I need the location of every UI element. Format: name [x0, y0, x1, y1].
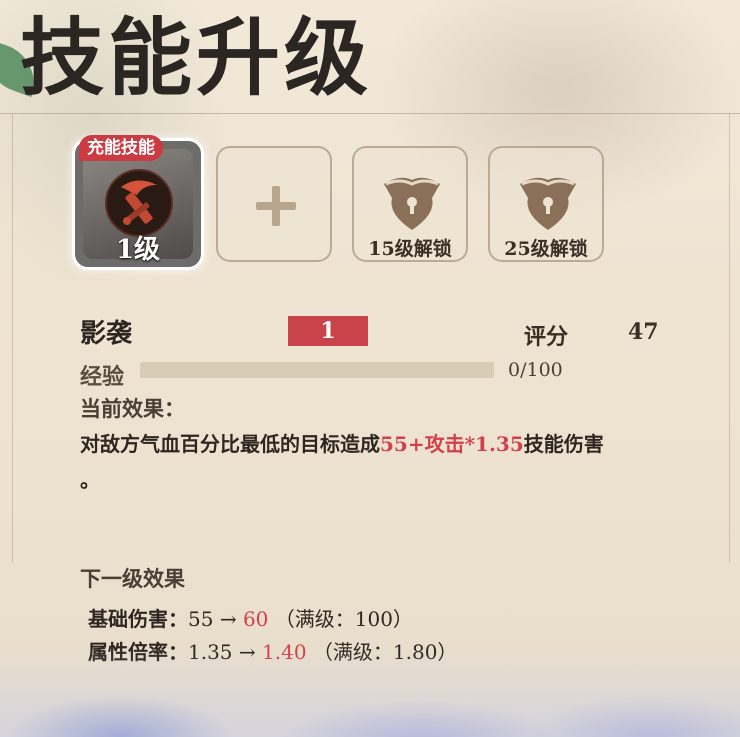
stat-label: 属性倍率：	[88, 640, 188, 664]
score-value: 47	[628, 319, 659, 345]
unlock-level-label: 15级解锁	[368, 238, 452, 260]
next-effect-heading: 下一级效果	[80, 566, 185, 591]
exp-label: 经验	[80, 364, 125, 390]
stat-to: 60	[242, 607, 269, 631]
exp-value: 0/100	[508, 359, 563, 381]
lock-icon	[520, 177, 576, 230]
skill-slot-level: 1级	[115, 235, 161, 265]
current-effect-description: 对敌方气血百分比最低的目标造成55+攻击*1.35技能伤害 。	[80, 426, 670, 498]
skill-level-tag: 1	[288, 316, 368, 346]
exp-progress-bar	[140, 362, 494, 378]
stat-from: 1.35	[188, 640, 233, 664]
current-effect-heading: 当前效果：	[80, 396, 185, 421]
unlock-level-label: 25级解锁	[504, 238, 588, 260]
charge-skill-badge: 充能技能	[79, 135, 163, 161]
skill-slot-add[interactable]	[216, 146, 332, 262]
skill-slot-locked-25[interactable]: 25级解锁	[488, 146, 604, 262]
next-effect-line-base-damage: 基础伤害：55 → 60 （满级：100）	[88, 603, 413, 632]
skill-slot-locked-15[interactable]: 15级解锁	[352, 146, 468, 262]
stat-from: 55	[188, 607, 214, 631]
stat-to: 1.40	[262, 640, 307, 664]
stat-label: 基础伤害：	[88, 607, 188, 631]
skill-slot-active[interactable]: 1级 充能技能	[72, 135, 204, 270]
stat-max: （满级：100）	[274, 607, 413, 631]
arrow-icon: →	[238, 640, 256, 664]
score-label: 评分	[524, 324, 569, 350]
arrow-icon: →	[219, 607, 237, 631]
next-effect-line-multiplier: 属性倍率：1.35 → 1.40 （满级：1.80）	[88, 636, 457, 665]
lock-icon	[384, 177, 440, 230]
page-title: 技能升级	[20, 8, 373, 107]
effect-damage-formula: 55+攻击*1.35	[380, 432, 524, 456]
effect-text-prefix: 对敌方气血百分比最低的目标造成	[80, 432, 380, 456]
stat-max: （满级：1.80）	[312, 640, 458, 664]
plus-icon	[256, 186, 296, 226]
skill-name: 影袭	[80, 319, 133, 349]
sword-emblem-icon	[105, 169, 173, 237]
effect-text-tail: 。	[80, 468, 100, 492]
effect-text-suffix: 技能伤害	[523, 432, 604, 456]
